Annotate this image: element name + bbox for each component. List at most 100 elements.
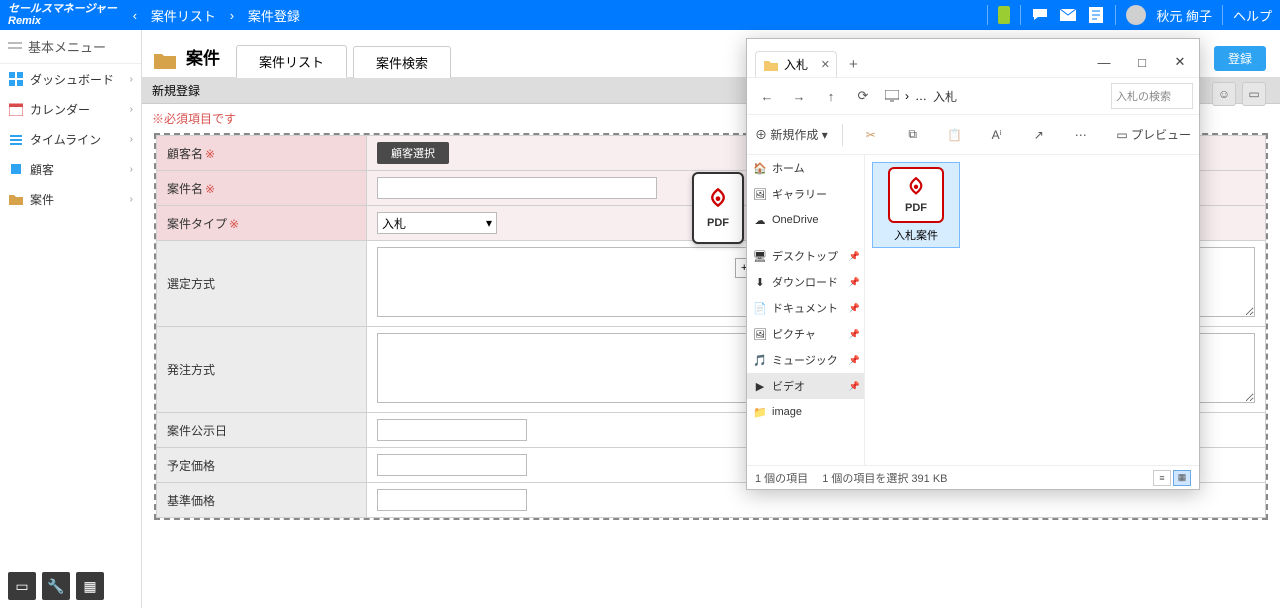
new-tab-button[interactable]: +: [849, 56, 858, 73]
paste-icon[interactable]: 📋: [941, 121, 969, 149]
tab-case-list[interactable]: 案件リスト: [236, 45, 347, 78]
nav-refresh-button[interactable]: ⟳: [849, 82, 877, 110]
explorer-file-pane[interactable]: PDF 入札案件: [865, 155, 1199, 465]
breadcrumb-sep: ›: [222, 8, 242, 23]
robot-icon[interactable]: ☺: [1212, 82, 1236, 106]
side-documents[interactable]: 📄ドキュメント📌: [747, 295, 864, 321]
note-icon[interactable]: [1087, 6, 1105, 24]
picture-icon: 🖼: [753, 327, 767, 341]
path-segment[interactable]: 入札: [933, 88, 957, 105]
help-link[interactable]: ヘルプ: [1233, 6, 1272, 25]
grid-button[interactable]: ▦: [76, 572, 104, 600]
wrench-button[interactable]: 🔧: [42, 572, 70, 600]
sidebar-item-calendar[interactable]: カレンダー›: [0, 94, 141, 124]
side-onedrive[interactable]: ☁OneDrive: [747, 207, 864, 233]
sidebar-item-case[interactable]: 案件›: [0, 184, 141, 214]
gallery-icon: 🖼: [753, 187, 767, 201]
dashboard-icon: [8, 71, 24, 87]
view-grid-button[interactable]: ▦: [1173, 470, 1191, 486]
left-sidebar: 基本メニュー ダッシュボード› カレンダー› タイムライン› 顧客› 案件› ▭…: [0, 30, 142, 608]
side-pictures[interactable]: 🖼ピクチャ📌: [747, 321, 864, 347]
path-ellipsis[interactable]: …: [915, 89, 927, 103]
explorer-tab[interactable]: 入札 ✕: [755, 51, 837, 77]
layout-button[interactable]: ▭: [8, 572, 36, 600]
separator: [1020, 5, 1021, 25]
new-menu[interactable]: ⊕ 新規作成 ▾: [755, 126, 828, 143]
address-bar[interactable]: › … 入札: [881, 88, 1107, 105]
pdf-badge: PDF: [905, 202, 927, 214]
folder-icon: [8, 191, 24, 207]
preview-button[interactable]: ▭ プレビュー: [1116, 126, 1191, 143]
register-button[interactable]: 登録: [1214, 46, 1266, 71]
side-desktop[interactable]: 🖥デスクトップ📌: [747, 243, 864, 269]
cut-icon[interactable]: ✂: [857, 121, 885, 149]
rename-icon[interactable]: Aⁱ: [983, 121, 1011, 149]
est-price-input[interactable]: [377, 454, 527, 476]
brand-line2: Remix: [8, 15, 117, 27]
label-est-price: 予定価格: [157, 448, 367, 483]
pin-icon: 📌: [849, 355, 860, 366]
separator: [1222, 5, 1223, 25]
nav-up-button[interactable]: ↑: [817, 82, 845, 110]
share-icon[interactable]: ↗: [1025, 121, 1053, 149]
sidebar-item-label: 案件: [30, 191, 54, 208]
screen-icon[interactable]: ▭: [1242, 82, 1266, 106]
breadcrumb-item-1[interactable]: 案件リスト: [145, 6, 222, 25]
sidebar-item-timeline[interactable]: タイムライン›: [0, 124, 141, 154]
folder-icon: [154, 51, 176, 69]
publish-date-input[interactable]: [377, 419, 527, 441]
search-placeholder: 入札の検索: [1116, 88, 1171, 104]
user-name[interactable]: 秋元 絢子: [1156, 6, 1212, 25]
chevron-right-icon: ›: [130, 164, 133, 175]
mail-icon[interactable]: [1059, 6, 1077, 24]
close-button[interactable]: ✕: [1161, 47, 1199, 77]
separator: [842, 124, 843, 146]
tab-case-search[interactable]: 案件検索: [353, 46, 451, 78]
breadcrumb-back[interactable]: ‹: [125, 8, 145, 23]
file-item[interactable]: PDF 入札案件: [873, 163, 959, 247]
select-customer-button[interactable]: 顧客選択: [377, 142, 449, 164]
chevron-right-icon: ›: [130, 104, 133, 115]
label-sel-method: 選定方式: [157, 241, 367, 327]
topbar-right: 秋元 絢子 ヘルプ: [987, 5, 1280, 25]
home-icon: 🏠: [753, 161, 767, 175]
nav-forward-button[interactable]: →: [785, 82, 813, 110]
maximize-button[interactable]: □: [1123, 47, 1161, 77]
base-price-input[interactable]: [377, 489, 527, 511]
avatar[interactable]: [1126, 5, 1146, 25]
brand-logo: セールスマネージャー Remix: [0, 0, 125, 30]
float-icons: ☺ ▭: [1212, 82, 1266, 106]
more-icon[interactable]: ⋯: [1067, 121, 1095, 149]
pdf-icon: [704, 187, 732, 215]
explorer-titlebar[interactable]: 入札 ✕ + — □ ✕: [747, 39, 1199, 77]
sidebar-heading: 基本メニュー: [0, 30, 141, 64]
nav-back-button[interactable]: ←: [753, 82, 781, 110]
side-home[interactable]: 🏠ホーム: [747, 155, 864, 181]
status-indicator[interactable]: [998, 6, 1010, 24]
side-music[interactable]: 🎵ミュージック📌: [747, 347, 864, 373]
pin-icon: 📌: [849, 277, 860, 288]
side-downloads[interactable]: ⬇ダウンロード📌: [747, 269, 864, 295]
sidebar-item-dashboard[interactable]: ダッシュボード›: [0, 64, 141, 94]
brand-line1: セールスマネージャー: [8, 3, 117, 15]
side-image-folder[interactable]: 📁image: [747, 399, 864, 425]
cloud-icon: ☁: [753, 213, 767, 227]
explorer-search[interactable]: 入札の検索: [1111, 83, 1193, 109]
minimize-button[interactable]: —: [1085, 47, 1123, 77]
label-case-name: 案件名: [167, 182, 203, 196]
side-gallery[interactable]: 🖼ギャラリー: [747, 181, 864, 207]
view-list-button[interactable]: ≡: [1153, 470, 1171, 486]
breadcrumb-item-2[interactable]: 案件登録: [242, 6, 306, 25]
customer-icon: [8, 161, 24, 177]
sidebar-item-customer[interactable]: 顧客›: [0, 154, 141, 184]
case-type-dropdown[interactable]: 入札▾: [377, 212, 497, 234]
close-tab-icon[interactable]: ✕: [821, 58, 830, 71]
explorer-nav: ← → ↑ ⟳ › … 入札 入札の検索: [747, 77, 1199, 115]
file-name: 入札案件: [894, 227, 938, 243]
copy-icon[interactable]: ⧉: [899, 121, 927, 149]
label-publish-date: 案件公示日: [157, 413, 367, 448]
side-videos[interactable]: ▶ビデオ📌: [747, 373, 864, 399]
chat-icon[interactable]: [1031, 6, 1049, 24]
desktop-icon: 🖥: [753, 249, 767, 263]
case-name-input[interactable]: [377, 177, 657, 199]
